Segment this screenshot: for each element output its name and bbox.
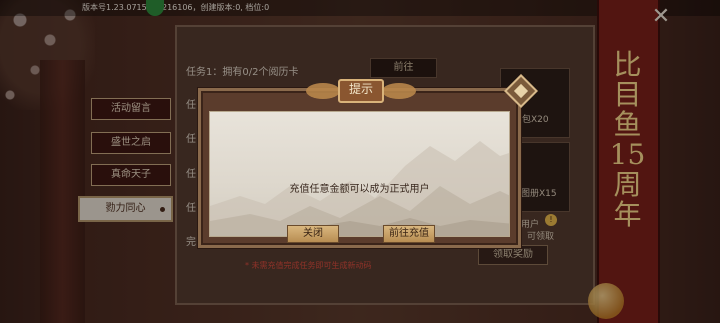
prompt-dialog: 充值任意金额可以成为正式用户 提示 关闭 前往充值	[198, 74, 538, 248]
dialog-message: 充值任意金额可以成为正式用户	[289, 184, 430, 195]
dialog-title: 提示	[348, 82, 373, 96]
cloud-ornament-right-icon	[382, 83, 416, 99]
recharge-button[interactable]: 前往充值	[383, 225, 435, 243]
close-button[interactable]: 关闭	[287, 225, 339, 243]
dialog-title-plate: 提示	[306, 76, 416, 106]
cloud-ornament-left-icon	[306, 83, 340, 99]
dialog-body: 充值任意金额可以成为正式用户	[209, 111, 510, 237]
